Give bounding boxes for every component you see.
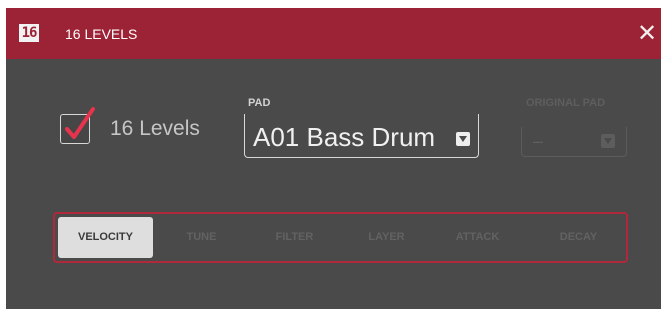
pad-label: PAD (248, 97, 271, 109)
pad-select[interactable]: A01 Bass Drum (244, 114, 479, 158)
dropdown-arrow-icon (456, 132, 470, 146)
original-pad-select: – (521, 127, 627, 157)
tab-layer[interactable]: LAYER (339, 217, 434, 258)
sixteen-levels-checkbox[interactable] (60, 107, 95, 144)
tab-tune[interactable]: TUNE (154, 217, 249, 258)
close-button[interactable]: ✕ (636, 21, 658, 45)
original-pad-value: – (533, 131, 544, 151)
sixteen-levels-icon: 16 (19, 24, 39, 42)
tab-velocity[interactable]: VELOCITY (58, 217, 153, 258)
title-bar: 16 16 LEVELS ✕ (6, 8, 661, 59)
original-pad-label: ORIGINAL PAD (526, 97, 606, 109)
checkmark-icon (65, 107, 95, 139)
tab-attack[interactable]: ATTACK (430, 217, 525, 258)
dialog-title: 16 LEVELS (65, 26, 138, 42)
dropdown-arrow-icon (601, 134, 615, 148)
sixteen-levels-dialog: 16 16 LEVELS ✕ 16 Levels PAD A01 Bass Dr… (6, 8, 661, 309)
sixteen-levels-label: 16 Levels (110, 117, 200, 140)
pad-value: A01 Bass Drum (253, 122, 436, 152)
tab-decay[interactable]: DECAY (531, 217, 626, 258)
tab-filter[interactable]: FILTER (247, 217, 342, 258)
parameter-tab-bar: VELOCITY TUNE FILTER LAYER ATTACK DECAY (53, 212, 628, 263)
